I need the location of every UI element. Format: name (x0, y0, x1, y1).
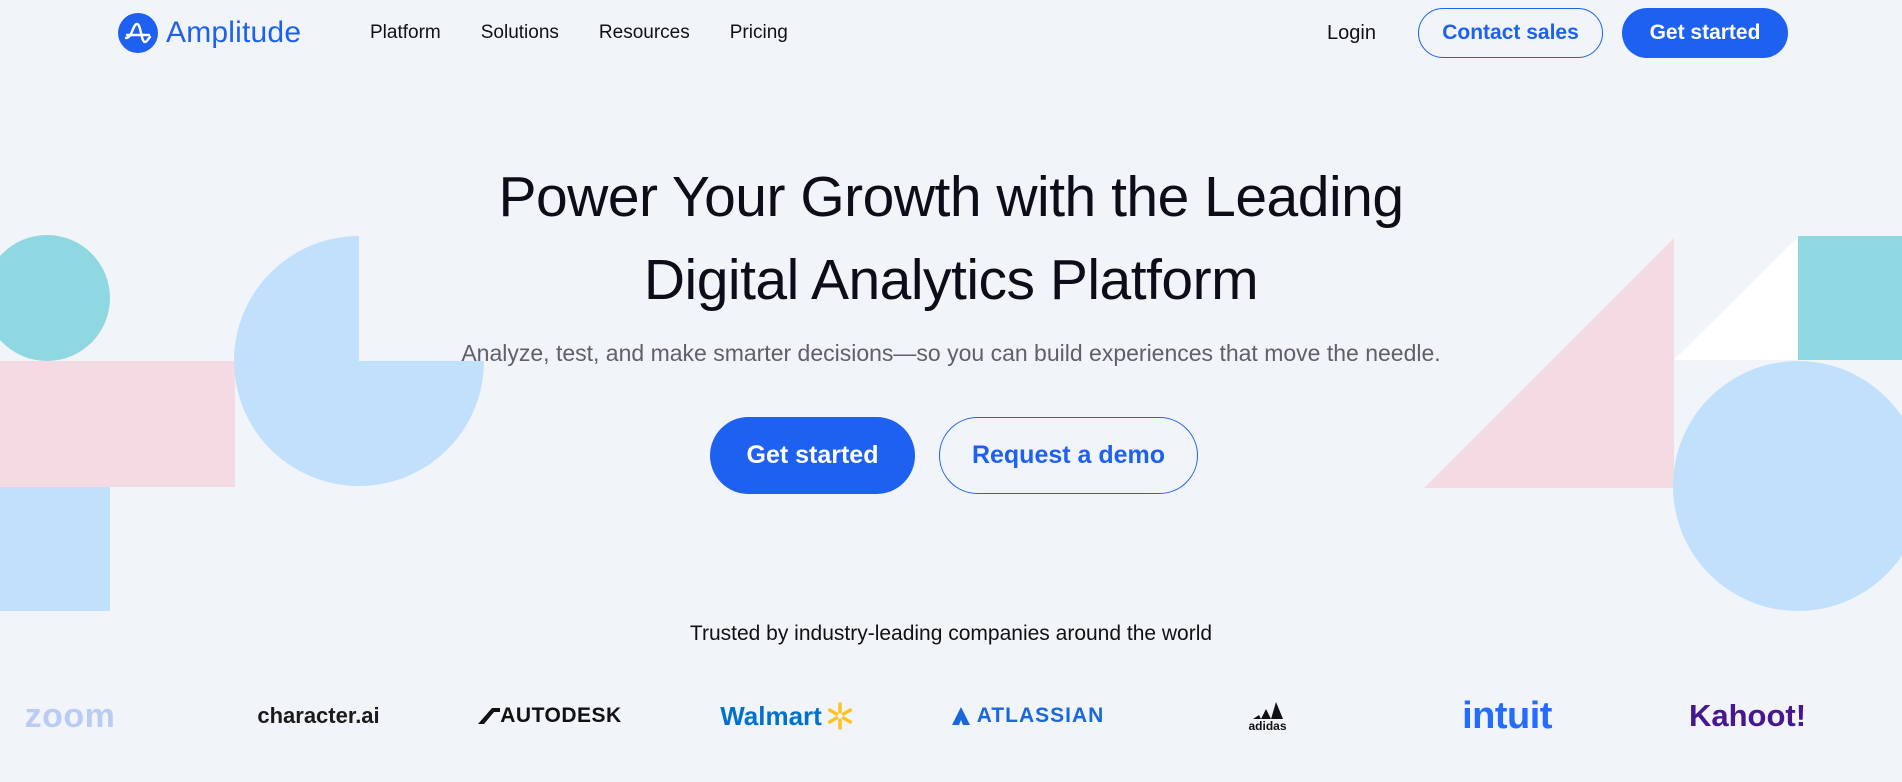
amplitude-logo[interactable]: Amplitude (118, 13, 301, 53)
page: Amplitude Platform Solutions Resources P… (0, 0, 1902, 782)
adidas-logo: adidas (1240, 690, 1295, 742)
customer-logos: zoom character.ai AUTODESK Walmart ATLAS… (0, 690, 1902, 742)
atlassian-logo: ATLASSIAN (950, 690, 1105, 742)
nav-platform[interactable]: Platform (370, 22, 441, 44)
hero-subtitle: Analyze, test, and make smarter decision… (461, 340, 1441, 366)
nav-pricing[interactable]: Pricing (730, 22, 788, 44)
brand-name: Amplitude (166, 16, 302, 49)
trusted-heading: Trusted by industry-leading companies ar… (689, 622, 1213, 645)
walmart-spark-icon (826, 702, 854, 730)
kahoot-logo: Kahoot! (1688, 698, 1807, 733)
contact-sales-button[interactable]: Contact sales (1418, 8, 1603, 58)
decor-pink-rectangle (0, 361, 235, 487)
nav-resources[interactable]: Resources (599, 22, 690, 44)
adidas-stripes-icon (1251, 699, 1285, 719)
decor-white-triangle (1674, 236, 1799, 360)
intuit-logo: intuit (1462, 694, 1552, 737)
hero-title-line-1: Power Your Growth with the Leading (498, 165, 1404, 229)
walmart-wordmark: Walmart (720, 700, 822, 731)
autodesk-icon (478, 708, 501, 724)
nav-solutions[interactable]: Solutions (481, 22, 559, 44)
site-header: Amplitude Platform Solutions Resources P… (0, 0, 1902, 68)
autodesk-wordmark: AUTODESK (500, 704, 622, 727)
atlassian-icon (951, 706, 971, 726)
hero-title: Power Your Growth with the Leading Digit… (351, 156, 1551, 322)
zoom-logo: zoom (24, 696, 116, 735)
adidas-wordmark: adidas (1248, 719, 1287, 733)
hero-title-line-2: Digital Analytics Platform (643, 248, 1259, 312)
autodesk-logo: AUTODESK (470, 690, 630, 742)
character-ai-logo: character.ai (257, 703, 380, 728)
amplitude-logo-icon (118, 13, 158, 53)
decor-blue-rectangle (0, 487, 110, 611)
get-started-header-button[interactable]: Get started (1622, 8, 1788, 58)
request-demo-button[interactable]: Request a demo (939, 417, 1198, 494)
decor-teal-circle (0, 235, 110, 361)
login-link[interactable]: Login (1327, 22, 1376, 45)
atlassian-wordmark: ATLASSIAN (976, 704, 1105, 727)
walmart-logo: Walmart (718, 690, 856, 742)
get-started-hero-button[interactable]: Get started (710, 417, 915, 494)
main-nav: Platform Solutions Resources Pricing (370, 22, 788, 44)
decor-teal-rectangle (1798, 236, 1902, 360)
decor-blue-circle (1673, 361, 1902, 611)
